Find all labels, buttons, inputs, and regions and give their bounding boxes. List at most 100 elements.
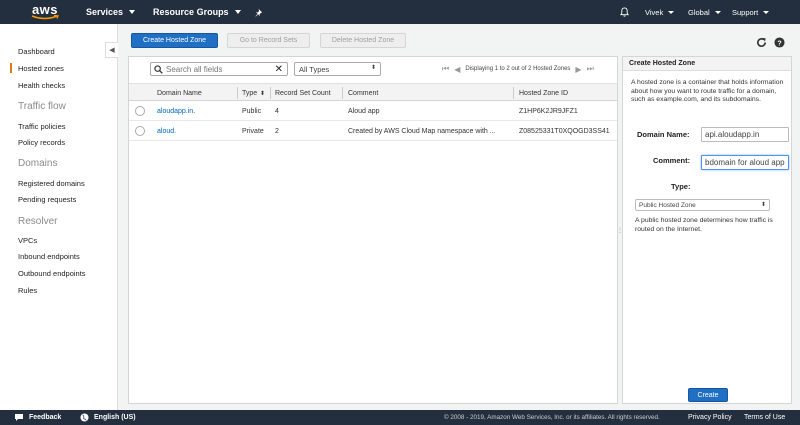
col-separator <box>342 87 343 99</box>
sidebar-item-inbound-endpoints[interactable]: Inbound endpoints <box>18 252 80 261</box>
sidebar-heading-domains: Domains <box>18 158 58 169</box>
col-record-set-count[interactable]: Record Set Count <box>275 84 331 102</box>
table-row[interactable]: aloud. Private 2 Created by AWS Cloud Ma… <box>129 122 617 141</box>
region-menu[interactable]: Global <box>688 0 721 24</box>
row-zone-id: Z1HP6K2JR9JFZ1 <box>519 108 578 115</box>
col-type[interactable]: Type <box>242 84 257 102</box>
resource-groups-menu[interactable]: Resource Groups <box>153 7 241 17</box>
type-filter-select[interactable]: All Types ⬍ <box>294 62 381 76</box>
create-hosted-zone-panel: Create Hosted Zone A hosted zone is a co… <box>622 56 792 404</box>
sidebar-heading-traffic-flow: Traffic flow <box>18 101 66 112</box>
hosted-zones-panel: Search all fields ✕ All Types ⬍ ⏮ ◀ Disp… <box>128 56 618 404</box>
clear-search-icon[interactable]: ✕ <box>275 64 283 75</box>
row-radio[interactable] <box>135 126 145 136</box>
chevron-down-icon <box>668 10 675 14</box>
table-row[interactable]: aloudapp.in. Public 4 Aloud app Z1HP6K2J… <box>129 102 617 121</box>
type-label: Type: <box>671 182 691 191</box>
row-radio[interactable] <box>135 106 145 116</box>
aws-smile-icon <box>31 15 59 20</box>
col-domain-name[interactable]: Domain Name <box>157 84 202 102</box>
col-separator <box>270 87 271 99</box>
type-select-value: Public Hosted Zone <box>639 201 696 209</box>
pagination: ⏮ ◀ Displaying 1 to 2 out of 2 Hosted Zo… <box>442 62 594 76</box>
next-page-icon[interactable]: ▶ <box>575 65 581 74</box>
row-record-count: 2 <box>275 128 279 135</box>
sidebar: ◀ Dashboard Hosted zones Health checks T… <box>0 24 118 410</box>
sidebar-item-health-checks[interactable]: Health checks <box>18 81 65 90</box>
sidebar-item-rules[interactable]: Rules <box>18 286 37 295</box>
footer: Feedback English (US) © 2008 - 2019, Ama… <box>0 410 800 425</box>
language-selector[interactable]: English (US) <box>80 410 136 425</box>
language-label: English (US) <box>94 414 136 421</box>
sidebar-item-traffic-policies[interactable]: Traffic policies <box>18 122 66 131</box>
domain-name-label: Domain Name: <box>637 130 690 139</box>
col-hosted-zone-id[interactable]: Hosted Zone ID <box>519 84 568 102</box>
row-type: Public <box>242 108 262 115</box>
row-domain-link[interactable]: aloudapp.in. <box>157 102 195 121</box>
support-menu[interactable]: Support <box>732 0 770 24</box>
help-icon: ? <box>774 37 785 48</box>
help-button[interactable]: ? <box>774 37 785 50</box>
pagination-text: Displaying 1 to 2 out of 2 Hosted Zones <box>465 66 571 72</box>
sidebar-item-hosted-zones[interactable]: Hosted zones <box>18 64 64 73</box>
comment-input[interactable]: bdomain for aloud app <box>701 155 789 170</box>
sort-icon[interactable]: ⬍ <box>260 84 265 102</box>
last-page-icon[interactable]: ⏭ <box>587 64 594 74</box>
panel-title: Create Hosted Zone <box>623 57 791 71</box>
sidebar-heading-resolver: Resolver <box>18 216 58 227</box>
globe-icon <box>80 413 89 422</box>
region-name: Global <box>688 7 710 17</box>
sidebar-item-vpcs[interactable]: VPCs <box>18 236 37 245</box>
search-icon <box>154 64 163 74</box>
feedback-button[interactable]: Feedback <box>14 410 61 425</box>
chevron-left-icon: ◀ <box>109 47 115 54</box>
chevron-down-icon <box>129 10 136 14</box>
support-label: Support <box>732 7 759 17</box>
sidebar-item-registered-domains[interactable]: Registered domains <box>18 179 85 188</box>
terms-of-use-link[interactable]: Terms of Use <box>744 410 785 425</box>
row-record-count: 4 <box>275 108 279 115</box>
chevron-down-icon <box>234 10 241 14</box>
top-nav: aws Services Resource Groups Vivek Globa… <box>0 0 800 24</box>
row-comment: Aloud app <box>348 108 380 115</box>
feedback-label: Feedback <box>29 414 62 421</box>
aws-logo[interactable]: aws <box>22 0 68 24</box>
type-select[interactable]: Public Hosted Zone ⬍ <box>635 199 770 211</box>
svg-text:?: ? <box>777 38 782 47</box>
notifications-button[interactable] <box>620 0 629 24</box>
sidebar-active-indicator <box>10 63 12 73</box>
bell-icon <box>620 7 629 17</box>
prev-page-icon[interactable]: ◀ <box>454 65 460 74</box>
sidebar-collapse-button[interactable]: ◀ <box>105 42 118 58</box>
chevron-down-icon <box>714 10 721 14</box>
row-type: Private <box>242 128 264 135</box>
create-hosted-zone-button[interactable]: Create Hosted Zone <box>131 33 218 48</box>
row-domain-link[interactable]: aloud. <box>157 122 176 141</box>
col-comment[interactable]: Comment <box>348 84 378 102</box>
select-arrows-icon: ⬍ <box>760 202 766 208</box>
first-page-icon[interactable]: ⏮ <box>442 64 449 74</box>
row-comment: Created by AWS Cloud Map namespace with … <box>348 128 496 135</box>
privacy-policy-link[interactable]: Privacy Policy <box>688 410 732 425</box>
go-to-record-sets-button[interactable]: Go to Record Sets <box>227 33 310 48</box>
comment-label: Comment: <box>653 156 691 165</box>
feedback-icon <box>15 414 23 421</box>
row-zone-id: Z08525331T0XQOGD3SS41 <box>519 128 610 135</box>
domain-name-input[interactable]: api.aloudapp.in <box>701 127 789 142</box>
refresh-button[interactable] <box>756 37 767 50</box>
resource-groups-label: Resource Groups <box>153 7 229 17</box>
sidebar-item-pending-requests[interactable]: Pending requests <box>18 195 76 204</box>
col-separator <box>513 87 514 99</box>
services-menu[interactable]: Services <box>86 7 136 17</box>
pin-icon <box>255 8 262 17</box>
sidebar-item-dashboard[interactable]: Dashboard <box>18 47 55 56</box>
search-input[interactable]: Search all fields ✕ <box>150 62 288 76</box>
sidebar-item-outbound-endpoints[interactable]: Outbound endpoints <box>18 269 86 278</box>
user-name: Vivek <box>645 7 664 17</box>
pin-button[interactable] <box>255 8 264 17</box>
create-button[interactable]: Create <box>688 388 728 402</box>
col-separator <box>237 87 238 99</box>
sidebar-item-policy-records[interactable]: Policy records <box>18 138 65 147</box>
delete-hosted-zone-button[interactable]: Delete Hosted Zone <box>320 33 406 48</box>
user-menu[interactable]: Vivek <box>645 0 675 24</box>
